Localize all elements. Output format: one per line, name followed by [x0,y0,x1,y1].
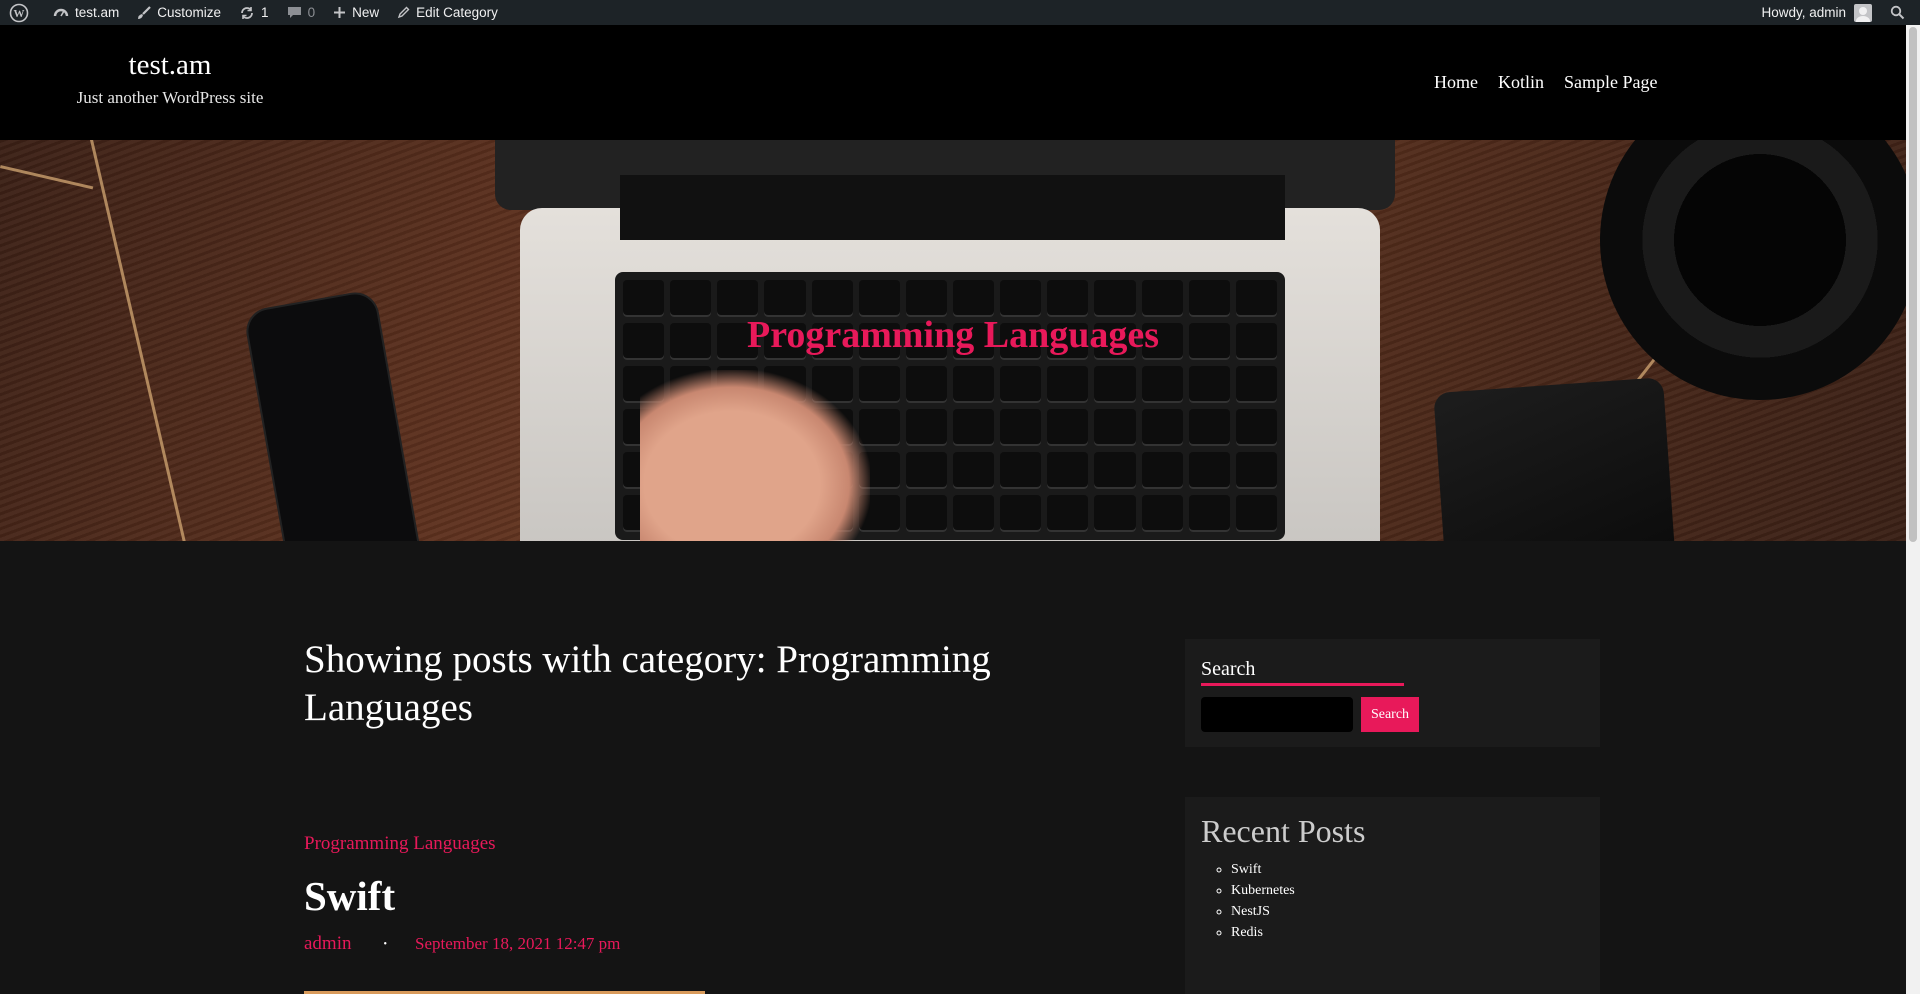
laptop-hinge [620,175,1285,240]
admin-customize-link[interactable]: Customize [128,0,230,25]
recent-posts-title: Recent Posts [1201,813,1366,849]
avatar [1854,3,1872,22]
admin-site-link[interactable]: test.am [44,0,128,25]
admin-customize-label: Customize [157,5,222,20]
svg-text:W: W [14,8,25,20]
recent-post-link[interactable]: Kubernetes [1231,883,1295,898]
recent-posts-list: Swift Kubernetes NestJS Redis [1231,859,1295,943]
post-date-link[interactable]: September 18, 2021 12:47 pm [415,934,620,954]
admin-comments-count: 0 [307,5,316,20]
nav-item-home[interactable]: Home [1434,72,1478,93]
site-tagline: Just another WordPress site [76,87,264,107]
admin-comments-link[interactable]: 0 [278,0,325,25]
admin-updates-link[interactable]: 1 [230,0,278,25]
list-item: Kubernetes [1231,880,1295,901]
admin-search-button[interactable] [1881,0,1920,25]
search-widget: Search Search [1185,639,1600,747]
plus-icon [334,7,346,18]
meta-separator: • [383,938,388,950]
nav-item-sample-page[interactable]: Sample Page [1564,72,1657,93]
post-author-link[interactable]: admin [304,933,352,955]
comment-icon [287,7,301,18]
admin-edit-category-label: Edit Category [416,5,498,20]
updates-icon [241,6,253,19]
admin-updates-count: 1 [261,5,269,20]
recent-post-link[interactable]: Redis [1231,925,1263,940]
site-branding: test.am Just another WordPress site [60,49,280,108]
list-item: NestJS [1231,901,1295,922]
widget-title-underline [1201,683,1404,686]
brush-icon [138,5,152,19]
search-icon [1890,5,1905,20]
hero-title: Programming Languages [746,314,1160,356]
post-title[interactable]: Swift [304,872,395,920]
admin-site-label: test.am [75,5,120,20]
wordpress-logo-icon[interactable]: W [0,0,44,25]
recent-post-link[interactable]: NestJS [1231,904,1270,919]
admin-new-label: New [352,5,380,20]
pencil-icon [397,6,410,19]
search-button[interactable]: Search [1361,697,1419,732]
post-meta: admin • September 18, 2021 12:47 pm [304,933,620,955]
scrollbar-thumb[interactable] [1909,27,1917,542]
wallet-image [1433,377,1677,541]
recent-posts-widget: Recent Posts Swift Kubernetes NestJS Red… [1185,797,1600,994]
post-category-link[interactable]: Programming Languages [304,833,496,855]
search-input[interactable] [1201,697,1353,732]
main-navigation: Home Kotlin Sample Page [1434,72,1658,93]
list-item: Redis [1231,922,1295,943]
site-title[interactable]: test.am [60,49,280,82]
admin-bar: W test.am Customize 1 0 New Edit Categor… [0,0,1920,25]
admin-edit-category-link[interactable]: Edit Category [388,0,507,25]
nav-item-kotlin[interactable]: Kotlin [1498,72,1544,93]
recent-post-link[interactable]: Swift [1231,862,1261,877]
admin-account-menu[interactable]: Howdy, admin [1752,0,1881,25]
list-item: Swift [1231,859,1295,880]
hero-banner: Programming Languages [0,140,1906,541]
admin-new-link[interactable]: New [324,0,388,25]
site-header: test.am Just another WordPress site Home… [0,25,1906,140]
dashboard-icon [53,8,69,16]
admin-howdy-label: Howdy, admin [1761,5,1846,20]
search-widget-title: Search [1201,658,1256,680]
archive-title: Showing posts with category: Programming… [304,638,991,729]
page-scrollbar[interactable] [1906,25,1920,994]
hand-image [640,370,870,541]
